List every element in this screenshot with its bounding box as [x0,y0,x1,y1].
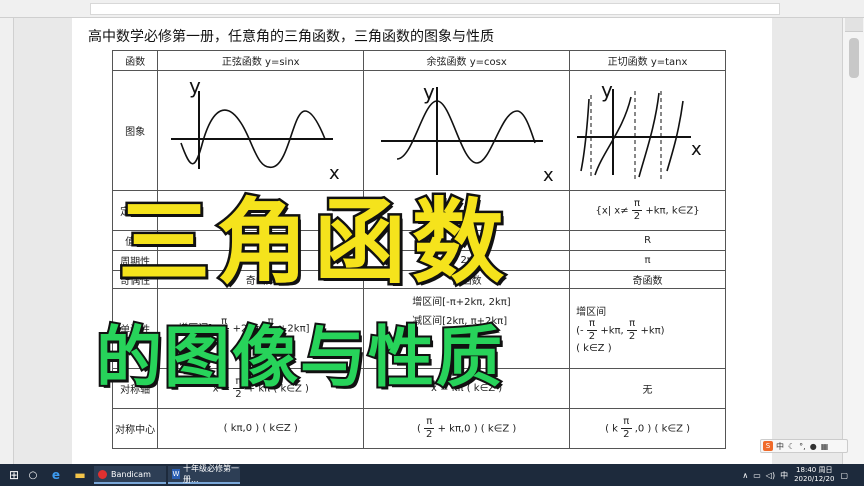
volume-icon[interactable]: ◁) [766,471,775,480]
header-sin: 正弦函数 y=sinx [157,50,365,71]
taskbar-bandicam-label: Bandicam [111,469,151,479]
tan-graph-cell: y x [569,70,726,191]
clock[interactable]: 18:40 周日 2020/12/20 [794,466,834,484]
keyboard-icon[interactable]: ▦ [821,442,829,451]
punctuation-icon[interactable]: °, [799,442,806,451]
tan-parity: 奇函数 [569,270,726,289]
ime-toolbar[interactable]: S 中 ☾ °, ● ▦ [760,439,848,453]
search-icon[interactable]: ○ [26,466,40,484]
cos-graph-x-label: x [543,165,554,186]
tan-center-suffix: ,0 ) ( k∈Z ) [634,423,690,435]
tan-graph-y-label: y [601,78,613,102]
cos-center-suffix: + kπ,0 ) ( k∈Z ) [437,423,517,435]
tan-mono-mid: +kπ, [600,325,627,337]
ruler-scale [90,3,780,15]
windows-start-icon[interactable]: ⊞ [6,466,22,484]
sogou-logo-icon: S [763,441,773,451]
tan-period: π [569,250,726,271]
tan-domain-suffix: +kπ, k∈Z} [645,205,700,217]
tan-axis: 无 [569,368,726,409]
cos-graph-y-label: y [423,80,435,104]
cos-center: ( π2 + kπ,0 ) ( k∈Z ) [363,408,571,449]
tan-center-open: ( k [605,423,618,435]
cos-center-open: ( [416,423,421,435]
tan-mono-line2: (- π2 +kπ, π2 +kπ) [576,318,725,343]
overlay-subtitle: 的图像与性质 [94,317,504,398]
fraction-pi-over-2: π2 [586,318,598,342]
document-title: 高中数学必修第一册，任意角的三角函数，三角函数的图象与性质 [88,29,494,45]
taskbar: ⊞ ○ e ▬ Bandicam W 十年级必修第一册... ∧ ▭ ◁) 中 … [0,464,864,486]
header-cos: 余弦函数 y=cosx [363,50,571,71]
clock-time: 18:40 周日 [796,466,833,474]
tan-monotonicity: 增区间 (- π2 +kπ, π2 +kπ) ( k∈Z ) [569,288,726,369]
tan-mono-close: +kπ) [640,325,665,337]
fraction-pi-over-2: π2 [626,318,638,342]
row-label-center: 对称中心 [111,408,159,449]
ime-language[interactable]: 中 [776,441,784,452]
network-icon[interactable]: ▭ [753,471,761,480]
file-explorer-icon[interactable]: ▬ [72,466,88,484]
edge-browser-icon[interactable]: e [48,466,64,484]
tan-mono-open: (- [576,325,584,337]
taskbar-bandicam[interactable]: Bandicam [94,466,166,484]
tray-language[interactable]: 中 [780,470,788,481]
tan-range: R [569,230,726,251]
bandicam-icon [98,469,107,479]
word-icon: W [172,469,180,479]
overlay-title: 三角函数 [115,187,511,299]
fraction-pi-over-2: π2 [424,416,435,440]
moon-icon[interactable]: ☾ [788,442,795,451]
scrollbar-thumb[interactable] [849,38,859,78]
system-tray[interactable]: ∧ ▭ ◁) 中 18:40 周日 2020/12/20 ▢ [718,466,848,484]
fraction-pi-over-2: π2 [631,198,643,222]
header-tan: 正切函数 y=tanx [569,50,726,71]
vertical-ruler [0,18,14,464]
tan-domain-prefix: {x| x≠ [595,205,629,217]
taskbar-word-label: 十年级必修第一册... [182,464,239,484]
scroll-up-button[interactable] [845,18,863,32]
tan-domain: {x| x≠ π2 +kπ, k∈Z} [569,190,726,231]
notification-icon[interactable]: ▢ [840,471,848,480]
header-function: 函数 [111,50,159,71]
vertical-scrollbar[interactable] [842,18,864,464]
horizontal-ruler [0,0,864,18]
sin-center: ( kπ,0 ) ( k∈Z ) [157,408,365,449]
fraction-pi-over-2: π2 [621,416,632,440]
tan-graph: y x [576,78,702,179]
mic-icon[interactable]: ● [810,442,817,451]
tan-graph-x-label: x [691,139,702,160]
tan-mono-line1: 增区间 [576,307,607,318]
taskbar-word[interactable]: W 十年级必修第一册... [168,464,240,484]
clock-date: 2020/12/20 [794,475,835,483]
tan-mono-line3: ( k∈Z ) [576,343,612,354]
tan-center: ( k π2 ,0 ) ( k∈Z ) [569,408,726,449]
word-window: 高中数学必修第一册，任意角的三角函数，三角函数的图象与性质 函数 正弦函数 y=… [0,0,864,464]
sin-graph-y-label: y [189,74,201,98]
chevron-up-icon[interactable]: ∧ [742,471,748,480]
